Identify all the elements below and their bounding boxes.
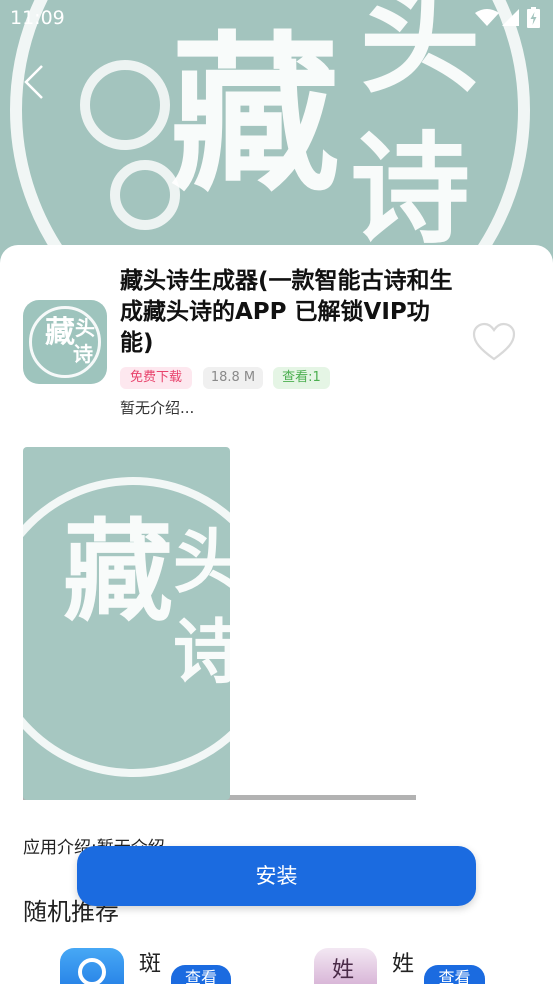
banner-cloud-swirl (80, 60, 170, 150)
name-app-icon: 姓 (332, 958, 355, 983)
app-detail-page: 藏 头 诗 11:09 藏 头 诗 藏头诗生成器(一款智能古诗和生成藏头诗的AP… (0, 0, 553, 984)
view-button[interactable]: 查看 (424, 965, 485, 984)
banner-glyph: 藏 (170, 15, 341, 215)
icon-glyph: 藏 (45, 315, 75, 350)
recommended-app-name[interactable]: 姓 (392, 946, 426, 978)
battery-icon (527, 7, 540, 28)
banner-glyph: 诗 (350, 119, 470, 260)
steering-wheel-icon (78, 958, 106, 984)
file-size-badge: 18.8 M (203, 367, 263, 389)
screenshot-glyph: 诗 (173, 610, 230, 693)
recommended-app-icon[interactable]: 姓 (314, 948, 377, 984)
install-button[interactable]: 安装 (77, 846, 476, 906)
status-bar: 11:09 (0, 0, 553, 36)
icon-glyph: 头 (75, 316, 95, 340)
recommended-app-icon[interactable] (60, 948, 124, 984)
status-time: 11:09 (10, 7, 65, 29)
favorite-heart-icon[interactable] (472, 322, 516, 362)
view-button[interactable]: 查看 (171, 965, 231, 984)
header-banner-image: 藏 头 诗 (0, 0, 553, 270)
free-download-badge: 免费下载 (120, 367, 192, 389)
app-icon: 藏 头 诗 (23, 300, 107, 384)
screenshot-glyph: 藏 (63, 507, 173, 636)
recommended-app-name[interactable]: 斑 (139, 946, 173, 978)
back-chevron-icon[interactable] (20, 62, 50, 102)
icon-glyph: 诗 (73, 342, 93, 366)
short-description: 暂无介绍... (120, 399, 195, 417)
screenshot-glyph: 头 (173, 520, 230, 603)
app-title: 藏头诗生成器(一款智能古诗和生成藏头诗的APP 已解锁VIP功能) (120, 268, 453, 356)
signal-icon (502, 9, 519, 26)
app-screenshot[interactable]: 藏 头 诗 (23, 447, 230, 800)
wifi-icon (475, 9, 499, 26)
view-count-badge: 查看:1 (273, 367, 330, 389)
